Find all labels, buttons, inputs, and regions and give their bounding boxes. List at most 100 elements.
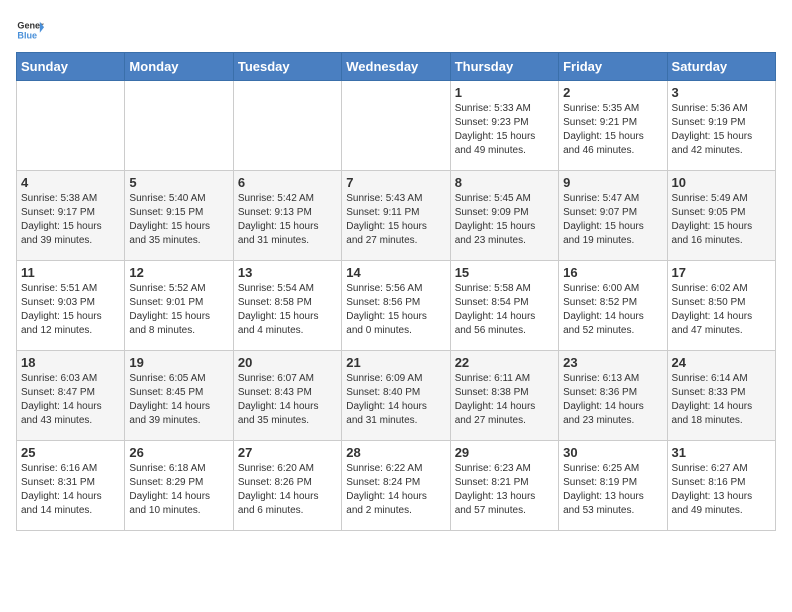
- day-number: 21: [346, 355, 445, 370]
- day-number: 1: [455, 85, 554, 100]
- day-info: Sunrise: 6:14 AM Sunset: 8:33 PM Dayligh…: [672, 372, 771, 428]
- day-info: Sunrise: 6:23 AM Sunset: 8:21 PM Dayligh…: [455, 462, 554, 518]
- week-row-3: 11 Sunrise: 5:51 AM Sunset: 9:03 PM Dayli…: [17, 261, 776, 351]
- calendar-cell: 2 Sunrise: 5:35 AM Sunset: 9:21 PM Daylig…: [559, 81, 667, 171]
- calendar-cell: 17 Sunrise: 6:02 AM Sunset: 8:50 PM Dayli…: [667, 261, 775, 351]
- day-number: 19: [129, 355, 228, 370]
- calendar-cell: 22Sunrise: 6:11 AM Sunset: 8:38 PM Dayli…: [450, 351, 558, 441]
- day-number: 18: [21, 355, 120, 370]
- day-number: 13: [238, 265, 337, 280]
- day-number: 26: [129, 445, 228, 460]
- day-info: Sunrise: 5:40 AM Sunset: 9:15 PM Dayligh…: [129, 192, 228, 248]
- calendar-cell: 6 Sunrise: 5:42 AM Sunset: 9:13 PM Daylig…: [233, 171, 341, 261]
- day-number: 2: [563, 85, 662, 100]
- day-number: 28: [346, 445, 445, 460]
- day-number: 8: [455, 175, 554, 190]
- day-info: Sunrise: 5:49 AM Sunset: 9:05 PM Dayligh…: [672, 192, 771, 248]
- day-info: Sunrise: 6:25 AM Sunset: 8:19 PM Dayligh…: [563, 462, 662, 518]
- calendar-cell: 5 Sunrise: 5:40 AM Sunset: 9:15 PM Daylig…: [125, 171, 233, 261]
- calendar-cell: 28 Sunrise: 6:22 AM Sunset: 8:24 PM Dayli…: [342, 441, 450, 531]
- calendar-cell: 23 Sunrise: 6:13 AM Sunset: 8:36 PM Dayli…: [559, 351, 667, 441]
- calendar-cell: 4 Sunrise: 5:38 AM Sunset: 9:17 PM Daylig…: [17, 171, 125, 261]
- calendar-cell: 13 Sunrise: 5:54 AM Sunset: 8:58 PM Dayli…: [233, 261, 341, 351]
- svg-text:Blue: Blue: [17, 30, 37, 40]
- day-info: Sunrise: 5:45 AM Sunset: 9:09 PM Dayligh…: [455, 192, 554, 248]
- day-number: 10: [672, 175, 771, 190]
- day-info: Sunrise: 5:33 AM Sunset: 9:23 PM Dayligh…: [455, 102, 554, 158]
- calendar-cell: 20Sunrise: 6:07 AM Sunset: 8:43 PM Dayli…: [233, 351, 341, 441]
- day-number: 3: [672, 85, 771, 100]
- day-info: Sunrise: 6:27 AM Sunset: 8:16 PM Dayligh…: [672, 462, 771, 518]
- day-header-sunday: Sunday: [17, 53, 125, 81]
- day-number: 11: [21, 265, 120, 280]
- calendar-cell: 31Sunrise: 6:27 AM Sunset: 8:16 PM Dayli…: [667, 441, 775, 531]
- day-info: Sunrise: 5:47 AM Sunset: 9:07 PM Dayligh…: [563, 192, 662, 248]
- day-info: Sunrise: 5:42 AM Sunset: 9:13 PM Dayligh…: [238, 192, 337, 248]
- day-header-saturday: Saturday: [667, 53, 775, 81]
- day-info: Sunrise: 6:13 AM Sunset: 8:36 PM Dayligh…: [563, 372, 662, 428]
- day-info: Sunrise: 6:05 AM Sunset: 8:45 PM Dayligh…: [129, 372, 228, 428]
- calendar-cell: 11 Sunrise: 5:51 AM Sunset: 9:03 PM Dayli…: [17, 261, 125, 351]
- day-number: 25: [21, 445, 120, 460]
- day-number: 27: [238, 445, 337, 460]
- logo-icon: General Blue: [16, 16, 44, 44]
- calendar-cell: 26 Sunrise: 6:18 AM Sunset: 8:29 PM Dayli…: [125, 441, 233, 531]
- day-info: Sunrise: 6:02 AM Sunset: 8:50 PM Dayligh…: [672, 282, 771, 338]
- day-number: 29: [455, 445, 554, 460]
- day-header-friday: Friday: [559, 53, 667, 81]
- calendar-cell: 15Sunrise: 5:58 AM Sunset: 8:54 PM Dayli…: [450, 261, 558, 351]
- calendar: SundayMondayTuesdayWednesdayThursdayFrid…: [16, 52, 776, 531]
- calendar-cell: 3Sunrise: 5:36 AM Sunset: 9:19 PM Daylig…: [667, 81, 775, 171]
- day-info: Sunrise: 5:51 AM Sunset: 9:03 PM Dayligh…: [21, 282, 120, 338]
- day-number: 14: [346, 265, 445, 280]
- calendar-cell: [233, 81, 341, 171]
- calendar-cell: 12 Sunrise: 5:52 AM Sunset: 9:01 PM Dayli…: [125, 261, 233, 351]
- day-number: 16: [563, 265, 662, 280]
- day-header-wednesday: Wednesday: [342, 53, 450, 81]
- week-row-2: 4 Sunrise: 5:38 AM Sunset: 9:17 PM Daylig…: [17, 171, 776, 261]
- calendar-cell: 30Sunrise: 6:25 AM Sunset: 8:19 PM Dayli…: [559, 441, 667, 531]
- day-info: Sunrise: 6:22 AM Sunset: 8:24 PM Dayligh…: [346, 462, 445, 518]
- calendar-cell: 19 Sunrise: 6:05 AM Sunset: 8:45 PM Dayli…: [125, 351, 233, 441]
- day-number: 7: [346, 175, 445, 190]
- day-number: 24: [672, 355, 771, 370]
- day-info: Sunrise: 6:03 AM Sunset: 8:47 PM Dayligh…: [21, 372, 120, 428]
- day-number: 17: [672, 265, 771, 280]
- calendar-cell: [125, 81, 233, 171]
- calendar-cell: 1 Sunrise: 5:33 AM Sunset: 9:23 PM Daylig…: [450, 81, 558, 171]
- calendar-header-row: SundayMondayTuesdayWednesdayThursdayFrid…: [17, 53, 776, 81]
- day-number: 12: [129, 265, 228, 280]
- calendar-cell: 18 Sunrise: 6:03 AM Sunset: 8:47 PM Dayli…: [17, 351, 125, 441]
- day-info: Sunrise: 6:18 AM Sunset: 8:29 PM Dayligh…: [129, 462, 228, 518]
- day-number: 6: [238, 175, 337, 190]
- calendar-cell: 21 Sunrise: 6:09 AM Sunset: 8:40 PM Dayli…: [342, 351, 450, 441]
- day-info: Sunrise: 5:52 AM Sunset: 9:01 PM Dayligh…: [129, 282, 228, 338]
- calendar-cell: [17, 81, 125, 171]
- day-info: Sunrise: 5:35 AM Sunset: 9:21 PM Dayligh…: [563, 102, 662, 158]
- day-info: Sunrise: 5:54 AM Sunset: 8:58 PM Dayligh…: [238, 282, 337, 338]
- day-header-monday: Monday: [125, 53, 233, 81]
- day-info: Sunrise: 5:58 AM Sunset: 8:54 PM Dayligh…: [455, 282, 554, 338]
- calendar-cell: 10 Sunrise: 5:49 AM Sunset: 9:05 PM Dayli…: [667, 171, 775, 261]
- week-row-4: 18 Sunrise: 6:03 AM Sunset: 8:47 PM Dayli…: [17, 351, 776, 441]
- calendar-cell: 27Sunrise: 6:20 AM Sunset: 8:26 PM Dayli…: [233, 441, 341, 531]
- calendar-cell: 14 Sunrise: 5:56 AM Sunset: 8:56 PM Dayli…: [342, 261, 450, 351]
- day-header-thursday: Thursday: [450, 53, 558, 81]
- calendar-cell: 9Sunrise: 5:47 AM Sunset: 9:07 PM Daylig…: [559, 171, 667, 261]
- calendar-cell: 25 Sunrise: 6:16 AM Sunset: 8:31 PM Dayli…: [17, 441, 125, 531]
- calendar-cell: [342, 81, 450, 171]
- day-number: 5: [129, 175, 228, 190]
- day-number: 23: [563, 355, 662, 370]
- day-info: Sunrise: 5:38 AM Sunset: 9:17 PM Dayligh…: [21, 192, 120, 248]
- week-row-5: 25 Sunrise: 6:16 AM Sunset: 8:31 PM Dayli…: [17, 441, 776, 531]
- day-info: Sunrise: 6:09 AM Sunset: 8:40 PM Dayligh…: [346, 372, 445, 428]
- calendar-cell: 24 Sunrise: 6:14 AM Sunset: 8:33 PM Dayli…: [667, 351, 775, 441]
- day-number: 4: [21, 175, 120, 190]
- day-info: Sunrise: 6:16 AM Sunset: 8:31 PM Dayligh…: [21, 462, 120, 518]
- header: General Blue: [16, 16, 776, 44]
- calendar-cell: 16 Sunrise: 6:00 AM Sunset: 8:52 PM Dayli…: [559, 261, 667, 351]
- calendar-cell: 29 Sunrise: 6:23 AM Sunset: 8:21 PM Dayli…: [450, 441, 558, 531]
- calendar-cell: 7Sunrise: 5:43 AM Sunset: 9:11 PM Daylig…: [342, 171, 450, 261]
- day-info: Sunrise: 6:00 AM Sunset: 8:52 PM Dayligh…: [563, 282, 662, 338]
- day-info: Sunrise: 5:56 AM Sunset: 8:56 PM Dayligh…: [346, 282, 445, 338]
